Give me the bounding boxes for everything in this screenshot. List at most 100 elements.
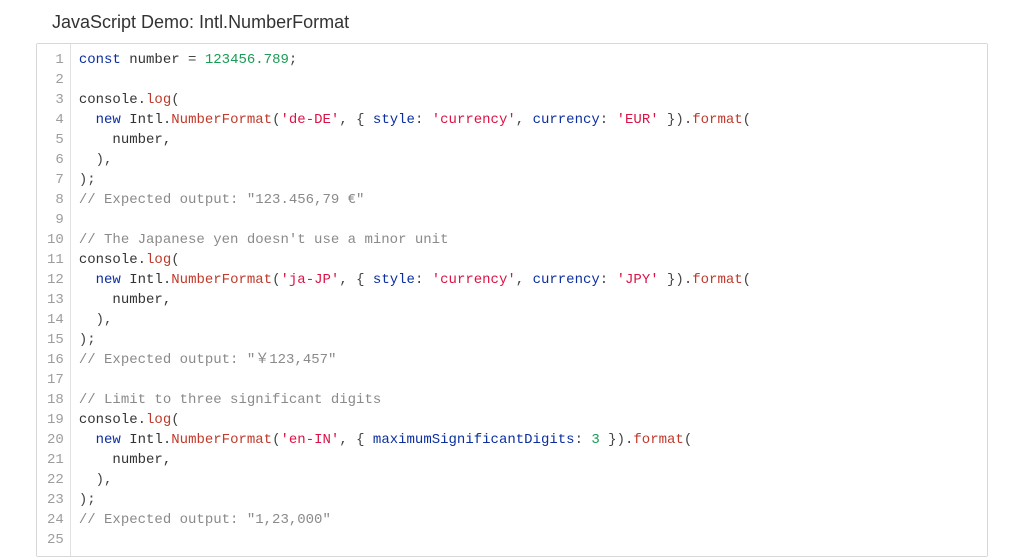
- code-token: const: [79, 52, 121, 68]
- code-token: :: [600, 272, 617, 288]
- code-token: );: [79, 492, 96, 508]
- line-number: 20: [47, 430, 64, 450]
- line-number: 23: [47, 490, 64, 510]
- code-token: // Expected output: "1,23,000": [79, 512, 331, 528]
- line-number: 14: [47, 310, 64, 330]
- code-token: NumberFormat: [171, 432, 272, 448]
- code-token: [79, 432, 96, 448]
- code-token: }).: [600, 432, 634, 448]
- code-token: (: [743, 272, 751, 288]
- code-token: format: [692, 112, 742, 128]
- code-line[interactable]: // Expected output: "123.456,79 €": [79, 190, 979, 210]
- code-token: log: [146, 252, 171, 268]
- code-line[interactable]: );: [79, 490, 979, 510]
- code-token: 'ja-JP': [281, 272, 340, 288]
- code-line[interactable]: );: [79, 330, 979, 350]
- code-line[interactable]: [79, 530, 979, 550]
- code-line[interactable]: // Limit to three significant digits: [79, 390, 979, 410]
- code-line[interactable]: ),: [79, 470, 979, 490]
- code-token: 'EUR': [617, 112, 659, 128]
- code-line[interactable]: const number = 123456.789;: [79, 50, 979, 70]
- code-line[interactable]: [79, 210, 979, 230]
- line-number: 2: [47, 70, 64, 90]
- code-token: Intl: [121, 432, 163, 448]
- code-token: }).: [659, 272, 693, 288]
- code-line[interactable]: [79, 70, 979, 90]
- line-number: 21: [47, 450, 64, 470]
- editor-wrap: 1234567891011121314151617181920212223242…: [36, 43, 988, 557]
- code-token: format: [633, 432, 683, 448]
- code-line[interactable]: );: [79, 170, 979, 190]
- code-token: [79, 272, 96, 288]
- code-token: format: [692, 272, 742, 288]
- code-line[interactable]: new Intl.NumberFormat('de-DE', { style: …: [79, 110, 979, 130]
- code-line[interactable]: ),: [79, 310, 979, 330]
- code-token: console: [79, 252, 138, 268]
- code-token: // The Japanese yen doesn't use a minor …: [79, 232, 449, 248]
- line-number: 9: [47, 210, 64, 230]
- code-token: ),: [79, 472, 113, 488]
- code-token: .: [163, 272, 171, 288]
- code-line[interactable]: number,: [79, 290, 979, 310]
- code-token: .: [163, 432, 171, 448]
- code-token: .: [138, 412, 146, 428]
- code-token: (: [272, 432, 280, 448]
- code-token: }).: [659, 112, 693, 128]
- code-token: );: [79, 172, 96, 188]
- line-number: 6: [47, 150, 64, 170]
- code-line[interactable]: new Intl.NumberFormat('ja-JP', { style: …: [79, 270, 979, 290]
- line-number: 3: [47, 90, 64, 110]
- code-line[interactable]: [79, 370, 979, 390]
- code-editor[interactable]: 1234567891011121314151617181920212223242…: [37, 44, 987, 556]
- code-token: , {: [339, 432, 373, 448]
- code-token: :: [600, 112, 617, 128]
- code-token: (: [171, 252, 179, 268]
- code-token: 3: [591, 432, 599, 448]
- code-line[interactable]: // Expected output: "￥123,457": [79, 350, 979, 370]
- code-token: new: [96, 112, 121, 128]
- code-token: (: [272, 112, 280, 128]
- line-number: 22: [47, 470, 64, 490]
- code-token: Intl: [121, 112, 163, 128]
- line-number: 11: [47, 250, 64, 270]
- code-line[interactable]: // Expected output: "1,23,000": [79, 510, 979, 530]
- code-token: , {: [339, 272, 373, 288]
- line-number: 13: [47, 290, 64, 310]
- code-token: // Limit to three significant digits: [79, 392, 381, 408]
- code-token: // Expected output: "￥123,457": [79, 352, 337, 368]
- line-number: 10: [47, 230, 64, 250]
- code-token: (: [171, 412, 179, 428]
- code-line[interactable]: number,: [79, 130, 979, 150]
- code-token: [79, 112, 96, 128]
- code-token: console: [79, 412, 138, 428]
- code-line[interactable]: ),: [79, 150, 979, 170]
- code-area[interactable]: const number = 123456.789; console.log( …: [71, 44, 987, 556]
- code-line[interactable]: number,: [79, 450, 979, 470]
- code-token: style: [373, 112, 415, 128]
- code-token: number,: [79, 452, 171, 468]
- code-token: 'en-IN': [281, 432, 340, 448]
- code-token: maximumSignificantDigits: [373, 432, 575, 448]
- code-line[interactable]: // The Japanese yen doesn't use a minor …: [79, 230, 979, 250]
- line-number: 1: [47, 50, 64, 70]
- demo-title: JavaScript Demo: Intl.NumberFormat: [32, 6, 992, 43]
- code-token: log: [146, 412, 171, 428]
- code-token: 'JPY': [617, 272, 659, 288]
- code-token: 'currency': [432, 272, 516, 288]
- code-line[interactable]: console.log(: [79, 90, 979, 110]
- code-token: :: [575, 432, 592, 448]
- code-token: ,: [516, 272, 533, 288]
- code-token: .: [138, 252, 146, 268]
- line-number: 16: [47, 350, 64, 370]
- code-line[interactable]: console.log(: [79, 410, 979, 430]
- code-token: );: [79, 332, 96, 348]
- code-line[interactable]: new Intl.NumberFormat('en-IN', { maximum…: [79, 430, 979, 450]
- code-token: number,: [79, 132, 171, 148]
- code-token: 123456.789: [205, 52, 289, 68]
- code-token: .: [163, 112, 171, 128]
- code-token: (: [272, 272, 280, 288]
- code-line[interactable]: console.log(: [79, 250, 979, 270]
- line-number: 15: [47, 330, 64, 350]
- code-token: // Expected output: "123.456,79 €": [79, 192, 365, 208]
- code-token: :: [415, 272, 432, 288]
